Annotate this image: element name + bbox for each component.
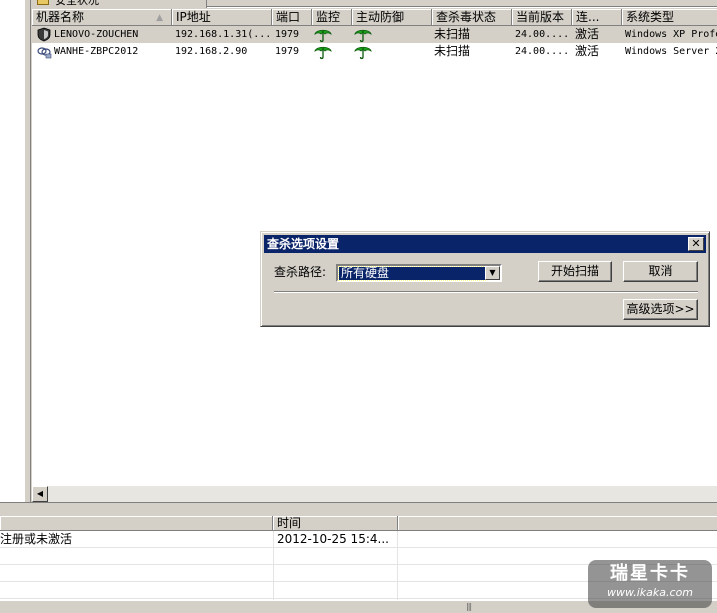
column-label: IP地址 [176, 10, 211, 24]
log-message: 注册或未激活 [0, 532, 73, 546]
column-label: 主动防御 [356, 10, 405, 24]
tab-label: 安全状况 [55, 0, 99, 7]
column-header-monitor[interactable]: 监控 [312, 9, 352, 26]
column-label: 连... [576, 10, 600, 24]
column-label: 查杀毒状态 [436, 10, 497, 24]
column-header-scan-status[interactable]: 查杀毒状态 [432, 9, 512, 26]
cancel-button[interactable]: 取消 [623, 261, 698, 282]
column-header-ip[interactable]: IP地址 [172, 9, 272, 26]
splitter-left[interactable] [25, 0, 31, 503]
port: 1979 [275, 29, 300, 40]
column-label: 监控 [316, 10, 341, 24]
connection: 激活 [575, 27, 600, 41]
panel-splitter[interactable] [0, 502, 717, 516]
connection: 激活 [575, 44, 600, 58]
watermark-logo: 瑞星卡卡 [610, 563, 690, 584]
dialog-title-bar[interactable]: 查杀选项设置 ✕ [264, 235, 706, 253]
grip-icon[interactable]: ||| [466, 602, 472, 611]
watermark: 瑞星卡卡 www.ikaka.com [588, 560, 712, 608]
scan-path-label: 查杀路径: [274, 265, 327, 279]
column-header-version[interactable]: 当前版本 [512, 9, 572, 26]
os-type: Windows Server 2 [625, 46, 717, 57]
network-pc-icon [37, 47, 52, 59]
tab-security-status[interactable]: 安全状况 [31, 0, 207, 8]
column-header-machine-name[interactable]: 机器名称 ▲ [32, 9, 172, 26]
scan-status: 未扫描 [434, 27, 471, 41]
scroll-left-button[interactable]: ◀ [32, 486, 48, 502]
ip-address: 192.168.2.90 [175, 46, 248, 57]
dialog-title: 查杀选项设置 [267, 237, 340, 251]
scan-path-value: 所有硬盘 [338, 266, 486, 281]
column-header-os-type[interactable]: 系统类型 [622, 9, 717, 26]
column-header-active-defense[interactable]: 主动防御 [352, 9, 432, 26]
scan-options-dialog: 查杀选项设置 ✕ 查杀路径: 所有硬盘 ▼ 开始扫描 取消 高级选项>> [260, 231, 710, 327]
folder-icon [37, 0, 49, 5]
os-type: Windows XP Professional [625, 29, 717, 40]
chevron-down-icon[interactable]: ▼ [485, 266, 500, 280]
sort-ascending-icon: ▲ [156, 13, 163, 23]
tab-strip-rule [207, 6, 717, 8]
port: 1979 [275, 46, 300, 57]
column-label: 端口 [276, 10, 301, 24]
scan-path-select[interactable]: 所有硬盘 ▼ [336, 264, 502, 282]
column-header-message[interactable] [0, 516, 273, 531]
column-label: 系统类型 [626, 10, 675, 24]
version: 24.00.... [515, 29, 570, 40]
horizontal-scrollbar[interactable]: ◀ [32, 486, 717, 502]
shield-pc-icon [37, 27, 51, 42]
machine-name: WANHE-ZBPC2012 [54, 46, 139, 57]
start-scan-button[interactable]: 开始扫描 [538, 261, 612, 282]
log-time: 2012-10-25 15:4... [277, 532, 389, 546]
column-divider [397, 531, 398, 600]
ip-address: 192.168.1.31(... [175, 29, 271, 40]
column-label: 当前版本 [516, 10, 565, 24]
column-header-extra[interactable] [398, 516, 717, 531]
umbrella-icon [354, 29, 372, 43]
left-panel [0, 0, 26, 503]
dialog-separator [274, 291, 698, 293]
column-divider [273, 531, 274, 600]
umbrella-icon [314, 46, 332, 60]
column-label: 机器名称 [36, 10, 85, 24]
scan-status: 未扫描 [434, 44, 471, 58]
umbrella-icon [314, 29, 332, 43]
watermark-url: www.ikaka.com [606, 586, 694, 599]
column-label: 时间 [277, 516, 302, 530]
column-header-connection[interactable]: 连... [572, 9, 622, 26]
table-row[interactable]: WANHE-ZBPC2012 192.168.2.90 1979 未扫描 24.… [32, 43, 717, 60]
version: 24.00.... [515, 46, 570, 57]
close-icon[interactable]: ✕ [688, 237, 704, 251]
umbrella-icon [354, 46, 372, 60]
column-header-time[interactable]: 时间 [273, 516, 398, 531]
advanced-options-button[interactable]: 高级选项>> [623, 299, 698, 320]
list-item[interactable]: 注册或未激活 2012-10-25 15:4... [0, 531, 717, 548]
column-header-port[interactable]: 端口 [272, 9, 312, 26]
machine-name: LENOVO-ZOUCHEN [54, 29, 139, 40]
table-row[interactable]: LENOVO-ZOUCHEN 192.168.1.31(... 1979 未扫描… [32, 26, 717, 43]
